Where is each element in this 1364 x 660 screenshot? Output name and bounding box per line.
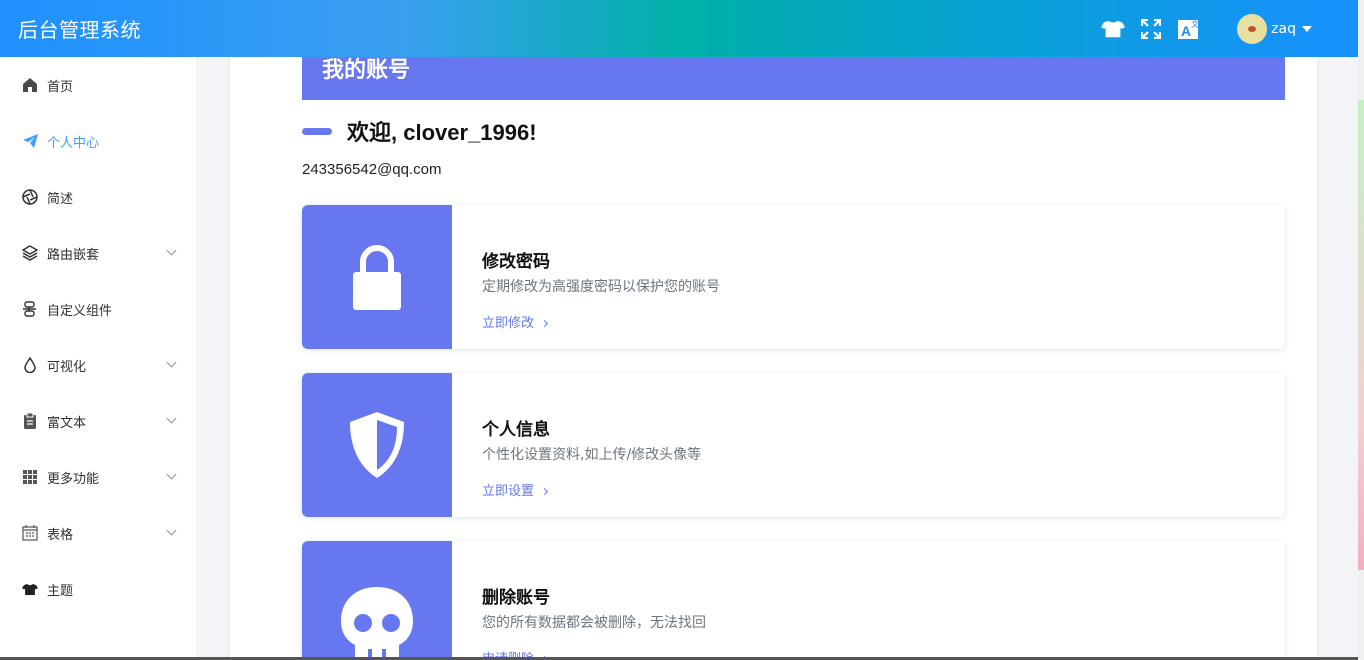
delete-account-card: 删除账号 您的所有数据都会被删除，无法找回 申请删除: [302, 541, 1285, 660]
shield-icon: [302, 373, 452, 517]
card-title: 修改密码: [482, 252, 550, 272]
layers-icon: [22, 245, 38, 261]
home-icon: [22, 77, 38, 93]
sidebar-item-table[interactable]: 表格: [0, 505, 197, 561]
translate-icon[interactable]: A 文: [1177, 17, 1201, 41]
card-description: 定期修改为高强度密码以保护您的账号: [482, 279, 720, 295]
skull-icon: [302, 541, 452, 660]
chevron-right-icon: [540, 319, 549, 328]
grid-icon: [22, 469, 38, 485]
page-scrollbar[interactable]: [1358, 0, 1364, 660]
drop-icon: [22, 357, 38, 373]
change-password-card: 修改密码 定期修改为高强度密码以保护您的账号 立即修改: [302, 205, 1285, 349]
svg-text:文: 文: [1191, 19, 1199, 29]
calendar-icon: [22, 525, 38, 541]
user-menu[interactable]: zaq: [1237, 13, 1312, 44]
clipboard-icon: [22, 413, 38, 429]
edit-profile-link[interactable]: 立即设置: [482, 480, 549, 499]
sidebar-item-label: 主题: [47, 583, 74, 599]
sidebar-item-label: 自定义组件: [47, 303, 113, 319]
sidebar-item-rich-text[interactable]: 富文本: [0, 393, 197, 449]
app-title: 后台管理系统: [18, 18, 141, 42]
main-content: 我的账号 欢迎, clover_1996! 243356542@qq.com 修…: [199, 57, 1358, 660]
chevron-down-icon: [166, 245, 177, 256]
link-label: 立即设置: [482, 484, 535, 499]
component-icon: [22, 301, 38, 317]
sidebar-item-profile[interactable]: 个人中心: [0, 113, 197, 169]
card-title: 删除账号: [482, 588, 550, 608]
chevron-right-icon: [540, 487, 549, 496]
profile-info-card: 个人信息 个性化设置资料,如上传/修改头像等 立即设置: [302, 373, 1285, 517]
username: zaq: [1271, 20, 1296, 37]
accent-dash: [302, 127, 332, 135]
account-panel: 我的账号 欢迎, clover_1996! 243356542@qq.com 修…: [230, 57, 1317, 660]
tshirt-icon[interactable]: [1101, 17, 1126, 41]
card-description: 个性化设置资料,如上传/修改头像等: [482, 447, 702, 463]
sidebar-item-label: 表格: [47, 527, 74, 543]
sidebar-item-home[interactable]: 首页: [0, 57, 197, 113]
card-title: 个人信息: [482, 420, 550, 440]
sidebar-item-more-features[interactable]: 更多功能: [0, 449, 197, 505]
sidebar-item-summary[interactable]: 简述: [0, 169, 197, 225]
sidebar-item-visualization[interactable]: 可视化: [0, 337, 197, 393]
aperture-icon: [22, 189, 38, 205]
paper-plane-icon: [22, 133, 38, 149]
header-toolbar: A 文 zaq: [1087, 0, 1312, 57]
welcome-line: 欢迎, clover_1996!: [302, 115, 537, 147]
sidebar-item-nested-routes[interactable]: 路由嵌套: [0, 225, 197, 281]
fullscreen-icon[interactable]: [1139, 17, 1163, 41]
lock-icon: [302, 205, 452, 349]
svg-text:A: A: [1181, 23, 1191, 39]
sidebar-item-label: 更多功能: [47, 471, 100, 487]
page-title: 我的账号: [302, 57, 1285, 100]
sidebar-item-label: 可视化: [47, 359, 87, 375]
user-email: 243356542@qq.com: [302, 161, 442, 178]
sidebar-item-label: 简述: [47, 191, 74, 207]
sidebar-item-label: 富文本: [47, 415, 87, 431]
sidebar-item-label: 首页: [47, 79, 74, 95]
tshirt-icon: [22, 581, 38, 597]
scrollbar-thumb[interactable]: [1358, 100, 1364, 570]
chevron-down-icon: [166, 469, 177, 480]
sidebar-item-label: 路由嵌套: [47, 247, 100, 263]
sidebar: 首页 个人中心 简述 路由嵌套 自定义组件 可视化 富文本 更多功能 表格 主题: [0, 57, 198, 660]
avatar: [1237, 13, 1268, 44]
sidebar-item-label: 个人中心: [47, 135, 100, 151]
caret-down-icon: [1302, 25, 1312, 32]
sidebar-item-custom-components[interactable]: 自定义组件: [0, 281, 197, 337]
link-label: 立即修改: [482, 316, 535, 331]
change-password-link[interactable]: 立即修改: [482, 312, 549, 331]
chevron-down-icon: [166, 413, 177, 424]
sidebar-item-theme[interactable]: 主题: [0, 561, 197, 617]
top-header: 后台管理系统 A 文 zaq: [0, 0, 1358, 57]
chevron-down-icon: [166, 525, 177, 536]
chevron-down-icon: [166, 357, 177, 368]
card-description: 您的所有数据都会被删除，无法找回: [482, 615, 706, 631]
welcome-text: 欢迎, clover_1996!: [347, 120, 537, 145]
